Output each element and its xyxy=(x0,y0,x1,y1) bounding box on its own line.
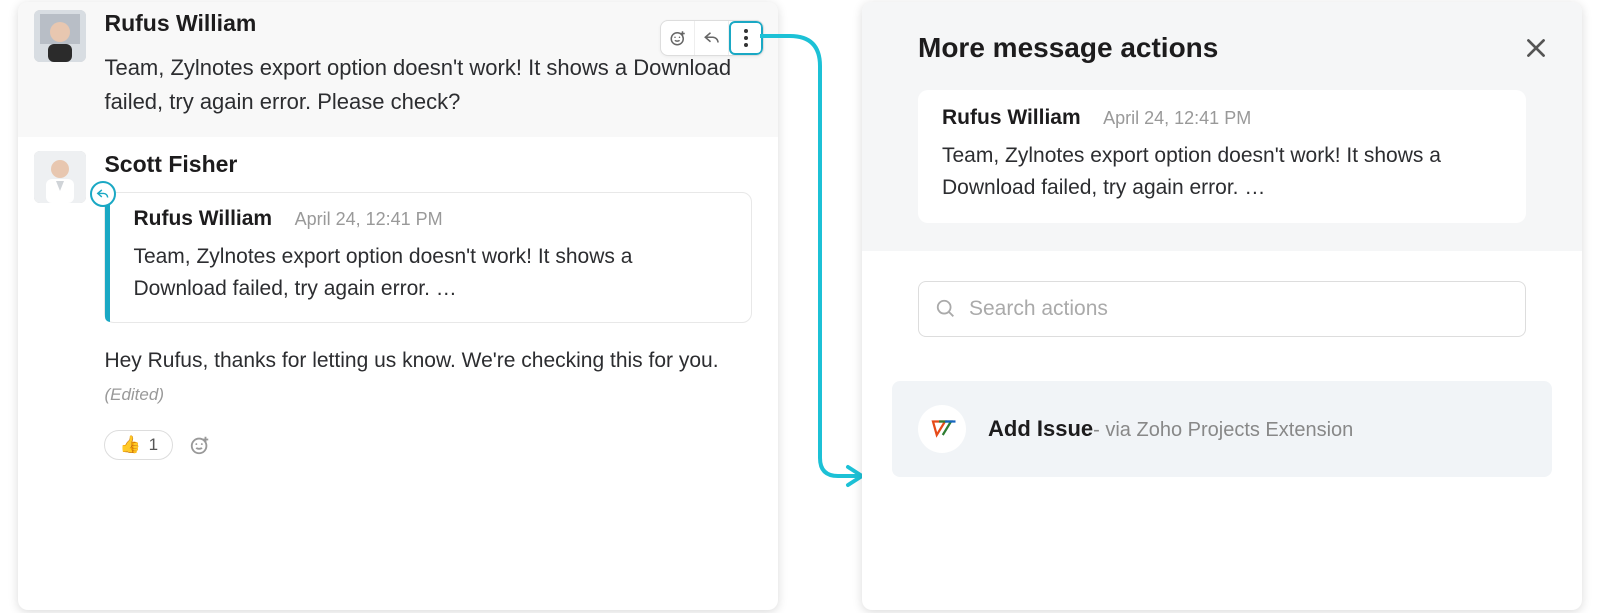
message-hover-toolbar xyxy=(660,20,764,56)
action-sublabel: - via Zoho Projects Extension xyxy=(1093,419,1353,441)
chat-panel: Rufus William Team, Zylnotes export opti… xyxy=(18,2,778,610)
zoho-projects-icon xyxy=(918,405,966,453)
action-text: Add Issue- via Zoho Projects Extension xyxy=(988,416,1353,442)
dialog-title: More message actions xyxy=(918,32,1526,64)
reply-icon xyxy=(90,181,116,207)
search-input[interactable] xyxy=(969,297,1509,321)
avatar xyxy=(34,151,86,203)
add-reaction-icon[interactable] xyxy=(661,21,695,55)
quote-author: Rufus William xyxy=(133,207,272,230)
search-field[interactable] xyxy=(918,281,1526,337)
reaction-count: 1 xyxy=(149,435,158,455)
quote-timestamp: April 24, 12:41 PM xyxy=(1103,108,1251,128)
edited-label: (Edited) xyxy=(104,385,164,404)
more-actions-dialog: More message actions Rufus William April… xyxy=(862,2,1582,610)
dialog-header: More message actions Rufus William April… xyxy=(862,2,1582,251)
avatar xyxy=(34,10,86,62)
quote-text: Team, Zylnotes export option doesn't wor… xyxy=(133,241,729,304)
message-author[interactable]: Rufus William xyxy=(104,10,752,37)
message-author[interactable]: Scott Fisher xyxy=(104,151,752,178)
more-actions-button[interactable] xyxy=(729,21,763,55)
kebab-icon xyxy=(744,29,748,47)
thumbsup-emoji: 👍 xyxy=(119,435,140,455)
quote-author: Rufus William xyxy=(942,106,1081,129)
search-section xyxy=(862,251,1582,367)
dialog-quoted-message: Rufus William April 24, 12:41 PM Team, Z… xyxy=(918,90,1526,223)
reactions-bar: 👍 1 xyxy=(104,430,752,460)
reply-body: Hey Rufus, thanks for letting us know. W… xyxy=(104,349,718,372)
quote-timestamp: April 24, 12:41 PM xyxy=(295,209,443,229)
message-text: Team, Zylnotes export option doesn't wor… xyxy=(104,51,752,119)
reaction-thumbsup[interactable]: 👍 1 xyxy=(104,430,173,460)
quote-text: Team, Zylnotes export option doesn't wor… xyxy=(942,140,1502,203)
action-label: Add Issue xyxy=(988,416,1093,441)
quoted-message[interactable]: Rufus William April 24, 12:41 PM Team, Z… xyxy=(104,192,752,323)
search-icon xyxy=(935,298,957,320)
close-button[interactable] xyxy=(1518,30,1554,66)
reply-icon[interactable] xyxy=(695,21,729,55)
message-row[interactable]: Rufus William Team, Zylnotes export opti… xyxy=(18,2,778,137)
message-row[interactable]: Scott Fisher Rufus William April 24, 12:… xyxy=(18,137,778,476)
action-add-issue[interactable]: Add Issue- via Zoho Projects Extension xyxy=(892,381,1552,477)
message-text: Hey Rufus, thanks for letting us know. W… xyxy=(104,345,752,410)
close-icon xyxy=(1523,35,1549,61)
add-reaction-icon[interactable] xyxy=(185,430,215,460)
